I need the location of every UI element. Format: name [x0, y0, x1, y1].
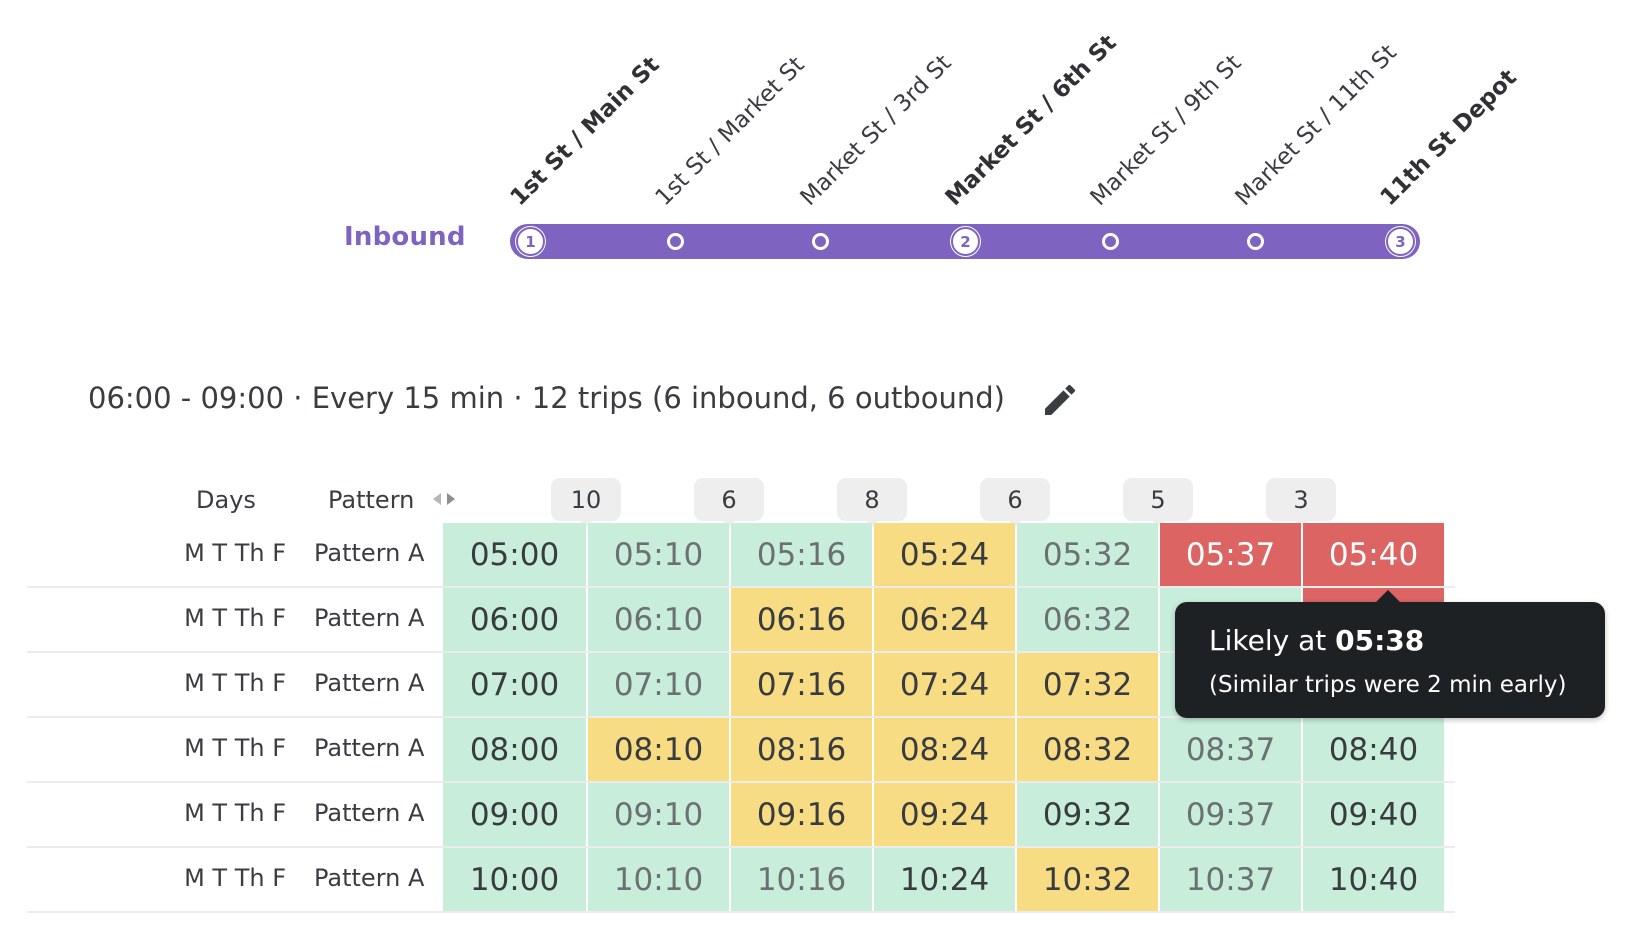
trip-time-cell[interactable]: 06:32: [1017, 588, 1158, 651]
segment-minutes-badge: 8: [837, 478, 907, 527]
timepoint-marker: 1: [516, 227, 545, 256]
trip-time-cell[interactable]: 10:37: [1160, 848, 1301, 911]
trip-time-cell[interactable]: 10:16: [731, 848, 872, 911]
row-divider: [27, 911, 1455, 913]
trip-time-cell[interactable]: 06:16: [731, 588, 872, 651]
trip-time-cell[interactable]: 09:10: [588, 783, 729, 846]
trip-time-cell[interactable]: 09:16: [731, 783, 872, 846]
row-pattern[interactable]: Pattern A: [314, 669, 424, 697]
arrival-tooltip: Likely at 05:38 (Similar trips were 2 mi…: [1175, 590, 1605, 718]
row-pattern[interactable]: Pattern A: [314, 864, 424, 892]
trip-time-cell[interactable]: 08:32: [1017, 718, 1158, 781]
schedule-summary: 06:00 - 09:00 · Every 15 min · 12 trips …: [88, 381, 1005, 415]
trip-time-cell[interactable]: 09:00: [443, 783, 586, 846]
trip-time-cell[interactable]: 05:00: [443, 523, 586, 586]
stop-marker: [1102, 233, 1119, 250]
trip-time-cell[interactable]: 09:24: [874, 783, 1015, 846]
stop-name: Market St / 9th St: [1085, 50, 1247, 211]
trip-time-cell[interactable]: 08:40: [1303, 718, 1444, 781]
row-pattern[interactable]: Pattern A: [314, 539, 424, 567]
stop-name: 1st St / Market St: [650, 51, 810, 211]
trip-time-cell[interactable]: 08:00: [443, 718, 586, 781]
trip-time-cell[interactable]: 07:32: [1017, 653, 1158, 716]
route-line: 1 1st St / Main St 1st St / Market St Marke…: [506, 30, 1522, 259]
row-pattern[interactable]: Pattern A: [314, 799, 424, 827]
trip-time-cell[interactable]: 09:37: [1160, 783, 1301, 846]
stop-marker: [812, 233, 829, 250]
trip-time-cell[interactable]: 07:24: [874, 653, 1015, 716]
stop-name: 1st St / Main St: [505, 51, 665, 211]
trip-time-cell[interactable]: 08:16: [731, 718, 872, 781]
trip-time-cell[interactable]: 05:32: [1017, 523, 1158, 586]
segment-minutes-badge: 3: [1266, 478, 1336, 527]
segment-minutes-badge: 10: [551, 478, 621, 527]
row-days: M T Th F: [184, 669, 286, 697]
trip-time-cell[interactable]: 10:32: [1017, 848, 1158, 911]
tooltip-likely-line: Likely at 05:38: [1209, 624, 1425, 657]
pencil-icon: [1045, 384, 1076, 415]
trip-time-cell[interactable]: 06:24: [874, 588, 1015, 651]
stop-name: Market St / 11th St: [1230, 39, 1402, 211]
trip-time-cell[interactable]: 05:24: [874, 523, 1015, 586]
row-pattern[interactable]: Pattern A: [314, 604, 424, 632]
direction-label: Inbound: [344, 222, 466, 252]
trip-time-cell[interactable]: 10:00: [443, 848, 586, 911]
column-header-days[interactable]: Days: [196, 486, 256, 514]
trip-time-cell[interactable]: 09:32: [1017, 783, 1158, 846]
edit-button[interactable]: [1040, 380, 1080, 420]
trip-time-cell[interactable]: 06:00: [443, 588, 586, 651]
trip-time-cell[interactable]: 06:10: [588, 588, 729, 651]
trip-time-cell[interactable]: 07:16: [731, 653, 872, 716]
trip-time-cell[interactable]: 09:40: [1303, 783, 1444, 846]
row-days: M T Th F: [184, 734, 286, 762]
timepoint-marker: 2: [951, 227, 980, 256]
segment-minutes-badge: 6: [980, 478, 1050, 527]
segment-minutes-badge: 5: [1123, 478, 1193, 527]
row-days: M T Th F: [184, 864, 286, 892]
trip-time-cell[interactable]: 05:10: [588, 523, 729, 586]
trip-time-cell[interactable]: 07:10: [588, 653, 729, 716]
stop-marker: [667, 233, 684, 250]
tooltip-likely-time: 05:38: [1335, 624, 1425, 657]
trip-time-cell[interactable]: 08:24: [874, 718, 1015, 781]
row-days: M T Th F: [184, 539, 286, 567]
trip-time-cell[interactable]: 08:37: [1160, 718, 1301, 781]
stop-marker: [1247, 233, 1264, 250]
segment-minutes-badge: 6: [694, 478, 764, 527]
stop-name: Market St / 3rd St: [795, 50, 957, 211]
trip-time-cell[interactable]: 07:00: [443, 653, 586, 716]
trip-time-cell[interactable]: 08:10: [588, 718, 729, 781]
trip-time-cell[interactable]: 10:10: [588, 848, 729, 911]
column-header-pattern[interactable]: Pattern: [328, 486, 414, 514]
trip-time-cell[interactable]: 05:40: [1303, 523, 1444, 586]
row-days: M T Th F: [184, 604, 286, 632]
timepoint-marker: 3: [1386, 227, 1415, 256]
trip-time-cell[interactable]: 05:37: [1160, 523, 1301, 586]
stop-name: 11th St Depot: [1375, 64, 1522, 211]
trip-time-cell[interactable]: 10:40: [1303, 848, 1444, 911]
trip-time-cell[interactable]: 10:24: [874, 848, 1015, 911]
left-right-arrows-icon[interactable]: [430, 489, 458, 509]
row-pattern[interactable]: Pattern A: [314, 734, 424, 762]
tooltip-detail: (Similar trips were 2 min early): [1209, 672, 1567, 698]
trip-time-cell[interactable]: 05:16: [731, 523, 872, 586]
row-days: M T Th F: [184, 799, 286, 827]
